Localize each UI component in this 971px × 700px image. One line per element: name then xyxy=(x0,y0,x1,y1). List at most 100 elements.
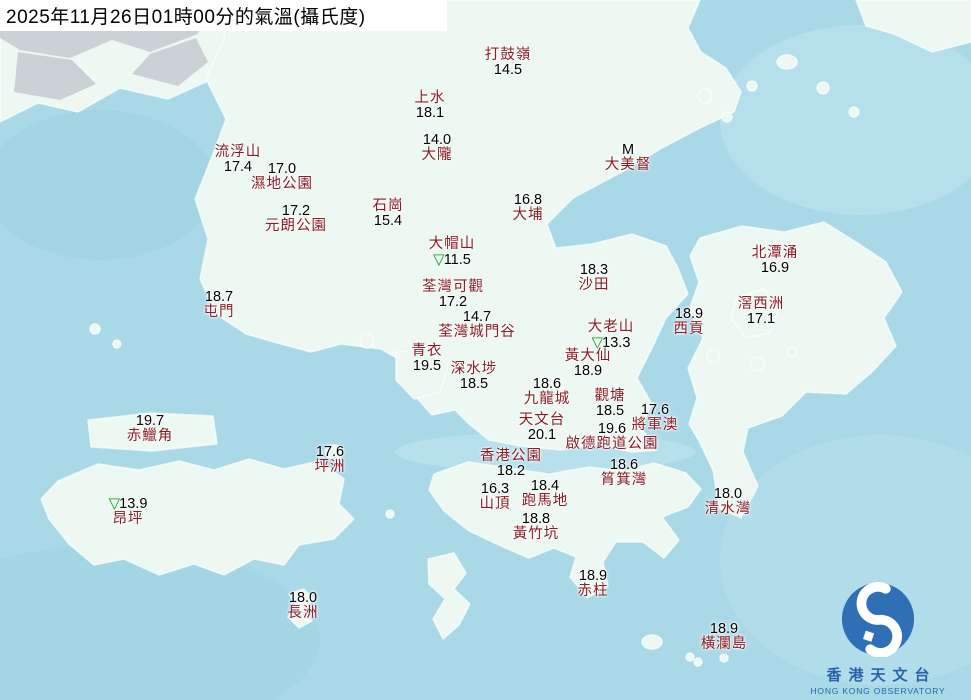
station-name: 啟德跑道公園 xyxy=(565,436,659,452)
station-value: 18.5 xyxy=(459,376,489,392)
temperature-map: 2025年11月26日01時00分的氣溫(攝氏度) 打鼓嶺 14.5 上水 18.1 1… xyxy=(0,0,971,700)
station: 19.6 啟德跑道公園 xyxy=(566,422,659,452)
station: 北潭涌 16.9 xyxy=(752,246,799,276)
station-value: 18.9 xyxy=(578,568,608,584)
station: 黃大仙 18.9 xyxy=(565,349,612,379)
station-name: 坪洲 xyxy=(314,459,346,475)
station: ▽13.9 昂坪 xyxy=(109,496,148,527)
page-title: 2025年11月26日01時00分的氣溫(攝氏度) xyxy=(6,7,366,28)
station: M 大美督 xyxy=(605,143,652,173)
min-marker-icon: ▽ xyxy=(433,251,445,268)
station-value: 18.8 xyxy=(521,511,551,527)
station-name: 上水 xyxy=(414,90,446,106)
station: 石崗 15.4 xyxy=(373,199,404,229)
station-name: 赤柱 xyxy=(577,583,609,599)
station-value: 18.0 xyxy=(288,590,318,606)
station-value: 18.0 xyxy=(713,486,743,502)
station-name: 大老山 xyxy=(587,319,635,335)
station: 18.9 赤柱 xyxy=(578,569,609,599)
hko-logo-name-zh: 香港天文台 xyxy=(826,667,937,684)
min-marker-icon: ▽ xyxy=(108,495,121,512)
station-name: 大埔 xyxy=(512,207,544,223)
station: 17.2 元朗公園 xyxy=(265,204,327,234)
station-value: 18.2 xyxy=(496,463,526,479)
station: 16.8 大埔 xyxy=(513,193,544,223)
station-value: 16.9 xyxy=(760,260,790,276)
station-name: 滘西洲 xyxy=(737,296,785,312)
station-name: 大美督 xyxy=(604,157,652,173)
station-value: 19.5 xyxy=(412,358,442,374)
station-value: 18.4 xyxy=(530,478,560,494)
station-value: 20.1 xyxy=(527,427,557,443)
station-value: 17.0 xyxy=(267,161,297,177)
station-name: 香港公園 xyxy=(480,448,542,464)
station-value: 19.7 xyxy=(135,413,165,429)
station: 18.0 清水灣 xyxy=(705,487,752,517)
station-value: M xyxy=(621,142,635,158)
station-name: 筲箕灣 xyxy=(600,472,648,488)
station: 18.6 筲箕灣 xyxy=(601,458,648,488)
station-name: 青衣 xyxy=(411,343,443,359)
station: 14.7 荃灣城門谷 xyxy=(438,310,516,340)
station: 香港公園 18.2 xyxy=(480,449,542,479)
station: 17.0 濕地公園 xyxy=(251,162,313,192)
hko-logo-icon xyxy=(841,582,915,658)
station: 18.4 跑馬地 xyxy=(522,479,569,509)
station-value: 17.2 xyxy=(438,294,468,310)
station-value: 16.8 xyxy=(513,192,543,208)
station-value: 18.5 xyxy=(595,403,625,419)
station-name: 深水埗 xyxy=(450,361,498,377)
station-name: 北潭涌 xyxy=(751,245,799,261)
station-name: 大隴 xyxy=(421,147,453,163)
station-name: 跑馬地 xyxy=(521,493,569,509)
station-name: 大帽山 xyxy=(428,236,476,252)
station-name: 西貢 xyxy=(673,321,705,337)
station: 18.8 黃竹坑 xyxy=(513,512,560,542)
station: 滘西洲 17.1 xyxy=(738,297,785,327)
station-name: 清水灣 xyxy=(704,501,752,517)
station: 大帽山 ▽11.5 xyxy=(429,237,476,268)
station-value: 14.5 xyxy=(493,62,523,78)
station-value: 18.9 xyxy=(674,306,704,322)
station-value: 18.9 xyxy=(709,621,739,637)
station-value: 18.6 xyxy=(532,376,562,392)
station-value: 18.1 xyxy=(415,105,445,121)
title-bar: 2025年11月26日01時00分的氣溫(攝氏度) xyxy=(0,0,447,31)
station: 17.6 坪洲 xyxy=(315,445,346,475)
station-value: ▽11.5 xyxy=(433,251,471,268)
station-name: 赤鱲角 xyxy=(126,428,174,444)
station-value: 18.7 xyxy=(204,289,234,305)
station: 荃灣可觀 17.2 xyxy=(422,280,484,310)
station-value: 17.1 xyxy=(746,311,776,327)
station: 打鼓嶺 14.5 xyxy=(485,48,532,78)
hko-logo-name-en: HONG KONG OBSERVATORY xyxy=(810,686,946,696)
station-name: 元朗公園 xyxy=(265,218,327,234)
station-name: 長洲 xyxy=(287,605,319,621)
station: 深水埗 18.5 xyxy=(451,362,498,392)
station-value: 14.7 xyxy=(462,309,492,325)
station-value: 14.0 xyxy=(422,132,452,148)
station-value: 16.3 xyxy=(480,481,510,497)
station: 18.6 九龍城 xyxy=(524,377,571,407)
station: 18.3 沙田 xyxy=(579,263,610,293)
station-value: ▽13.9 xyxy=(108,495,148,512)
station: 18.0 長洲 xyxy=(288,591,319,621)
station-value: 17.2 xyxy=(281,203,311,219)
station-name: 橫瀾島 xyxy=(700,636,748,652)
station-name: 石崗 xyxy=(372,198,404,214)
station-name: 黃竹坑 xyxy=(512,526,560,542)
station: 16.3 山頂 xyxy=(480,482,511,512)
station-value: 17.6 xyxy=(315,444,345,460)
station: 18.9 西貢 xyxy=(674,307,705,337)
station: 19.7 赤鱲角 xyxy=(127,414,174,444)
station: 觀塘 18.5 xyxy=(595,389,626,419)
station-value: 19.6 xyxy=(597,421,627,437)
hko-logo: 香港天文台 HONG KONG OBSERVATORY xyxy=(793,581,963,696)
station-value: 18.6 xyxy=(609,457,639,473)
station-name: 打鼓嶺 xyxy=(484,47,532,63)
station-name: 觀塘 xyxy=(594,388,626,404)
station: 14.0 大隴 xyxy=(422,133,453,163)
station-name: 屯門 xyxy=(203,304,235,320)
station-name: 荃灣可觀 xyxy=(422,279,484,295)
station-name: 荃灣城門谷 xyxy=(438,324,516,340)
